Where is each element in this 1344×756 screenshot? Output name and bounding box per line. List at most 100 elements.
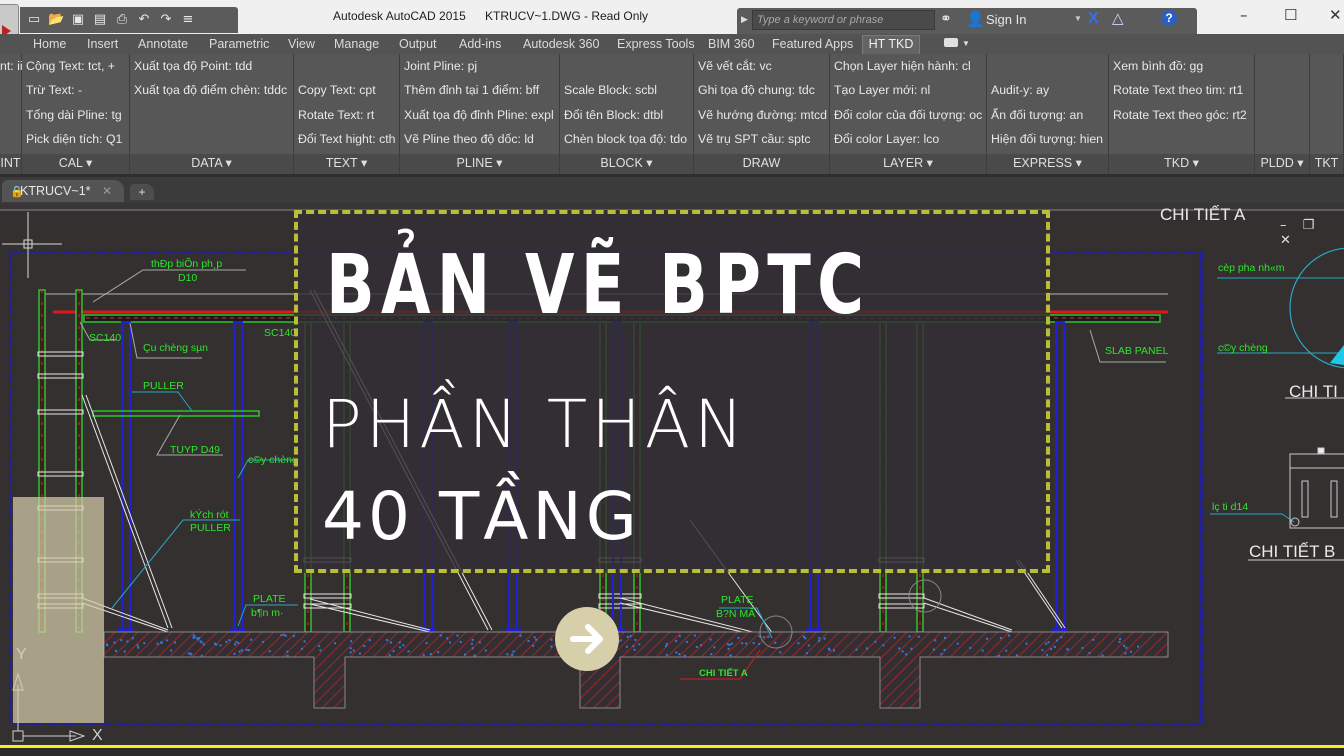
ribbon-item[interactable]: Pick diện tích: Q1: [26, 132, 122, 146]
ribbon-item[interactable]: Tạo Layer mới: nl: [834, 83, 930, 97]
expand-search-icon[interactable]: ▶: [741, 14, 748, 25]
panel-title[interactable]: PLDD ▾: [1255, 154, 1309, 174]
tab-view[interactable]: View: [288, 37, 315, 51]
concrete-speck: [106, 643, 109, 646]
close-button[interactable]: ✕: [1329, 6, 1342, 24]
detail-title: CHI TI: [1289, 382, 1338, 401]
ribbon-item[interactable]: Hiện đối tượng: hien: [991, 132, 1103, 146]
ribbon-item[interactable]: Chọn Layer hiện hành: cl: [834, 59, 971, 73]
panel-title[interactable]: INT: [0, 154, 21, 174]
concrete-speck: [245, 648, 248, 651]
ribbon-item[interactable]: Vẽ trụ SPT cầu: sptc: [698, 132, 811, 146]
minimize-button[interactable]: –: [1240, 6, 1248, 24]
concrete-speck: [292, 635, 295, 638]
ribbon-item[interactable]: Chèn block tọa độ: tdo: [564, 132, 687, 146]
binoculars-icon[interactable]: ⚭: [940, 11, 952, 27]
panel-title[interactable]: TEXT ▾: [294, 154, 399, 174]
tab-bim-360[interactable]: BIM 360: [708, 37, 755, 51]
tab-insert[interactable]: Insert: [87, 37, 118, 51]
ribbon-item[interactable]: Xuất tọa độ điểm chèn: tddc: [134, 83, 287, 97]
ribbon-item[interactable]: Vẽ vết cắt: vc: [698, 59, 772, 73]
ribbon-item[interactable]: Đổi tên Block: dtbl: [564, 108, 663, 122]
ribbon-item[interactable]: Scale Block: scbl: [564, 83, 657, 97]
panel-title[interactable]: PLINE ▾: [400, 154, 559, 174]
ribbon-item[interactable]: Copy Text: cpt: [298, 83, 376, 97]
tab-parametric[interactable]: Parametric: [209, 37, 269, 51]
ribbon-item[interactable]: Ghi tọa độ chung: tdc: [698, 83, 815, 97]
redo-icon[interactable]: ↷: [158, 13, 174, 27]
ribbon-item[interactable]: Vẽ hướng đường: mtcd: [698, 108, 827, 122]
undo-icon[interactable]: ↶: [136, 13, 152, 27]
tab-express-tools[interactable]: Express Tools: [617, 37, 695, 51]
ribbon-item[interactable]: nt: ii: [0, 59, 23, 73]
chevron-down-icon[interactable]: ▼: [962, 39, 970, 48]
panel-title[interactable]: BLOCK ▾: [560, 154, 693, 174]
print-icon[interactable]: ⎙: [114, 13, 130, 27]
panel-title[interactable]: TKD ▾: [1109, 154, 1254, 174]
panel-title[interactable]: DRAW: [694, 154, 829, 174]
concrete-speck: [160, 641, 163, 644]
tab-featured-apps[interactable]: Featured Apps: [772, 37, 853, 51]
concrete-speck: [352, 649, 355, 652]
ribbon-item[interactable]: Vẽ Pline theo độ dốc: ld: [404, 132, 534, 146]
panel-title[interactable]: DATA ▾: [130, 154, 293, 174]
ribbon-item[interactable]: Xem bình đồ: gg: [1113, 59, 1203, 73]
concrete-speck: [943, 648, 946, 651]
concrete-speck: [625, 645, 628, 648]
ribbon-minimize-icon[interactable]: [944, 38, 958, 47]
ribbon-item[interactable]: Đổi Text hight: cth: [298, 132, 396, 146]
maximize-button[interactable]: ☐: [1284, 6, 1297, 24]
concrete-speck: [192, 637, 195, 640]
concrete-speck: [512, 650, 515, 653]
ribbon-item[interactable]: Trừ Text: -: [26, 83, 82, 97]
open-icon[interactable]: 📂: [48, 13, 64, 27]
ribbon-item[interactable]: Đổi color của đối tượng: oc: [834, 108, 982, 122]
sign-in-button[interactable]: Sign In: [986, 12, 1026, 27]
ribbon-item[interactable]: Joint Pline: pj: [404, 59, 477, 73]
concrete-speck: [173, 641, 176, 644]
search-input[interactable]: Type a keyword or phrase: [752, 10, 935, 30]
viewport-controls[interactable]: – ❐ ✕: [1280, 218, 1344, 248]
concrete-speck: [422, 653, 425, 656]
help-icon[interactable]: ?: [1161, 10, 1177, 26]
ribbon-item[interactable]: Thêm đỉnh tại 1 điểm: bff: [404, 83, 539, 97]
concrete-speck: [225, 640, 228, 643]
tab-output[interactable]: Output: [399, 37, 437, 51]
ribbon-item[interactable]: Tổng dài Pline: tg: [26, 108, 122, 122]
detail-a-circle: [1289, 247, 1344, 369]
tab-manage[interactable]: Manage: [334, 37, 379, 51]
ribbon-item[interactable]: Xuất tọa độ Point: tdd: [134, 59, 252, 73]
ribbon-item[interactable]: Rotate Text: rt: [298, 108, 374, 122]
panel-title[interactable]: EXPRESS ▾: [987, 154, 1108, 174]
ribbon-item[interactable]: Audit-y: ay: [991, 83, 1049, 97]
ribbon-item[interactable]: Rotate Text theo tim: rt1: [1113, 83, 1243, 97]
ribbon-item[interactable]: Đổi color Layer: lco: [834, 132, 939, 146]
close-tab-icon[interactable]: ✕: [102, 184, 112, 198]
new-icon[interactable]: ▭: [26, 13, 42, 27]
ribbon-item[interactable]: Cộng Text: tct, +: [26, 59, 115, 73]
exchange-icon[interactable]: X: [1088, 10, 1099, 28]
saveas-icon[interactable]: ▤: [92, 13, 108, 27]
chevron-down-icon[interactable]: ▼: [1074, 14, 1082, 23]
panel-title-label: EXPRESS: [1013, 156, 1073, 170]
tab-autodesk-360[interactable]: Autodesk 360: [523, 37, 599, 51]
autodesk-360-icon[interactable]: △: [1112, 9, 1124, 27]
ribbon-item[interactable]: Ẩn đối tượng: an: [991, 108, 1083, 122]
tab-ht-tkd[interactable]: HT TKD: [862, 35, 920, 54]
next-button[interactable]: [555, 607, 619, 671]
ribbon-item[interactable]: Rotate Text theo góc: rt2: [1113, 108, 1247, 122]
panel-pline: Joint Pline: pj Thêm đỉnh tại 1 điểm: bf…: [400, 54, 560, 174]
ribbon-item[interactable]: Xuất tọa độ đỉnh Pline: expl: [404, 108, 554, 122]
panel-title[interactable]: TKT: [1310, 154, 1343, 174]
save-icon[interactable]: ▣: [70, 13, 86, 27]
concrete-speck: [728, 643, 731, 646]
tab-annotate[interactable]: Annotate: [138, 37, 188, 51]
customize-icon[interactable]: ≡: [180, 13, 196, 27]
new-tab-button[interactable]: +: [130, 184, 154, 200]
concrete-speck: [113, 641, 116, 644]
concrete-speck: [470, 642, 473, 645]
tab-add-ins[interactable]: Add-ins: [459, 37, 501, 51]
panel-title[interactable]: LAYER ▾: [830, 154, 986, 174]
panel-title[interactable]: CAL ▾: [22, 154, 129, 174]
tab-home[interactable]: Home: [33, 37, 66, 51]
